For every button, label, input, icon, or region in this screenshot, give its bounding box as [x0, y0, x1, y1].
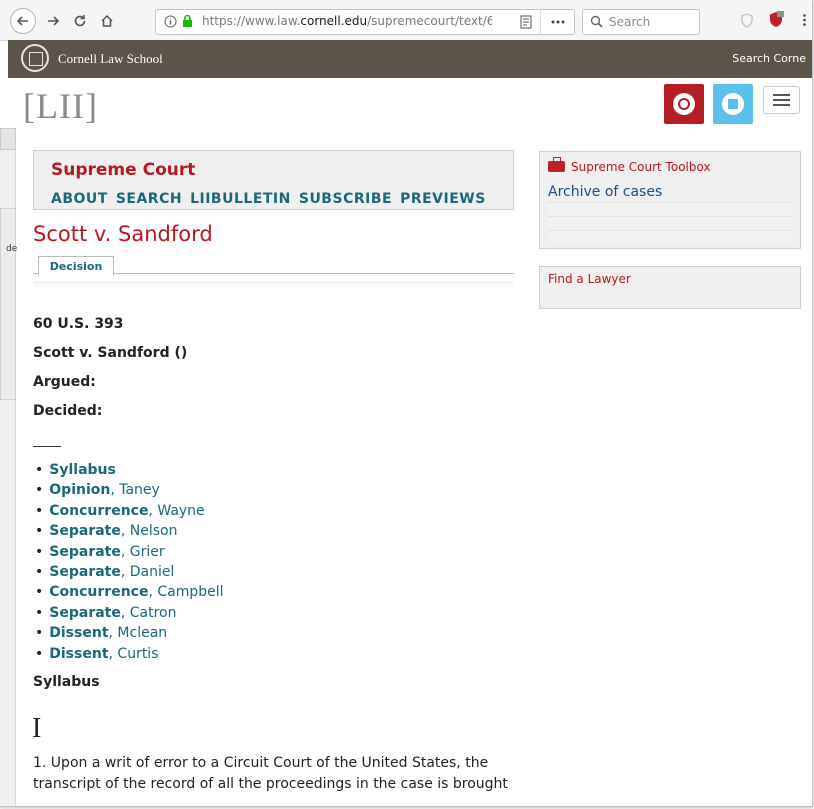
- toolbox-title[interactable]: Supreme Court Toolbox: [571, 160, 711, 174]
- left-gutter: de: [0, 128, 18, 806]
- search-placeholder: Search: [609, 15, 651, 29]
- arrow-left-icon: [16, 16, 28, 26]
- gutter-text-fragment: de: [6, 244, 18, 254]
- hamburger-menu-button[interactable]: [763, 86, 800, 114]
- reload-button[interactable]: [67, 8, 93, 34]
- nav-link-about[interactable]: ABOUT: [51, 191, 108, 207]
- opinion-author[interactable]: , Catron: [121, 605, 177, 621]
- opinion-link[interactable]: Concurrence: [49, 584, 148, 600]
- gutter-panel: [0, 208, 16, 400]
- lii-logo[interactable]: [LII]: [23, 85, 98, 127]
- list-item: • Syllabus: [35, 462, 116, 478]
- list-item: • Opinion, Taney: [35, 482, 160, 499]
- find-a-lawyer-box: Find a Lawyer: [539, 266, 801, 309]
- decided-label: Decided:: [33, 403, 103, 419]
- reload-icon: [74, 15, 86, 27]
- info-icon[interactable]: [164, 15, 177, 28]
- opinion-author[interactable]: , Curtis: [109, 646, 159, 662]
- home-button[interactable]: [94, 8, 120, 34]
- opinion-link[interactable]: Separate: [49, 564, 121, 580]
- menu-line: [773, 104, 790, 106]
- opinion-link[interactable]: Separate: [49, 605, 121, 621]
- back-button[interactable]: [10, 8, 36, 34]
- search-button[interactable]: [664, 84, 704, 124]
- opinion-link[interactable]: Dissent: [49, 625, 108, 641]
- list-item: • Separate, Nelson: [35, 523, 178, 540]
- ublock-icon[interactable]: [768, 11, 784, 28]
- menu-line: [773, 94, 790, 96]
- overflow-menu-icon[interactable]: [803, 14, 806, 26]
- opinion-link[interactable]: Separate: [49, 523, 121, 539]
- find-a-lawyer-link[interactable]: Find a Lawyer: [548, 272, 631, 286]
- opinion-author[interactable]: , Grier: [121, 544, 165, 560]
- donate-button[interactable]: [713, 84, 753, 124]
- home-icon: [101, 14, 113, 27]
- section-roman-numeral: I: [32, 713, 42, 744]
- case-citation: 60 U.S. 393: [33, 316, 124, 332]
- gift-icon: [722, 93, 744, 115]
- search-icon: [590, 15, 603, 28]
- archive-of-cases-link[interactable]: Archive of cases: [548, 184, 662, 200]
- tab-decision[interactable]: Decision: [38, 256, 114, 276]
- opinion-author[interactable]: , Daniel: [121, 564, 175, 580]
- opinion-author[interactable]: , Mclean: [109, 625, 168, 641]
- shield-icon[interactable]: [740, 13, 754, 28]
- opinion-link[interactable]: Dissent: [49, 646, 108, 662]
- url-text[interactable]: https://www.law.cornell.edu/supremecourt…: [202, 14, 492, 28]
- opinion-link[interactable]: Concurrence: [49, 503, 148, 519]
- opinion-author[interactable]: , Nelson: [121, 523, 178, 539]
- court-nav-links: ABOUT SEARCH LIIBULLETIN SUBSCRIBE PREVI…: [51, 191, 486, 207]
- argued-label: Argued:: [33, 374, 96, 390]
- cornell-law-school-link[interactable]: Cornell Law School: [58, 51, 163, 67]
- opinion-author[interactable]: , Taney: [110, 482, 160, 498]
- nav-link-liibulletin[interactable]: LIIBULLETIN: [190, 191, 291, 207]
- opinion-author[interactable]: , Campbell: [148, 584, 223, 600]
- nav-link-previews[interactable]: PREVIEWS: [400, 191, 486, 207]
- opinion-author[interactable]: , Wayne: [148, 503, 204, 519]
- opinion-link[interactable]: Separate: [49, 544, 121, 560]
- nav-link-search[interactable]: SEARCH: [116, 191, 182, 207]
- reader-view-icon[interactable]: [520, 15, 532, 29]
- more-actions-icon[interactable]: [551, 20, 565, 24]
- lock-icon[interactable]: [182, 14, 193, 28]
- list-item: • Dissent, Mclean: [35, 625, 168, 642]
- supreme-court-toolbox: Supreme Court Toolbox Archive of cases: [539, 151, 801, 249]
- cornell-seal-logo[interactable]: [21, 44, 49, 72]
- browser-window: https://www.law.cornell.edu/supremecourt…: [0, 0, 813, 807]
- case-name-line: Scott v. Sandford (): [33, 345, 188, 361]
- list-item: • Concurrence, Wayne: [35, 502, 205, 519]
- tabs-fade: [33, 281, 514, 287]
- browser-search-input[interactable]: Search: [582, 9, 700, 35]
- toolbox-icon: [548, 157, 565, 172]
- toolbox-row: [548, 230, 791, 244]
- opinion-list: • Syllabus • Opinion, Taney • Concurrence, …: [35, 460, 224, 664]
- search-cornell-link[interactable]: Search Corne: [732, 52, 806, 65]
- cornell-header: Cornell Law School Search Corne: [8, 40, 812, 78]
- list-item: • Separate, Grier: [35, 543, 165, 560]
- opinion-link[interactable]: Syllabus: [49, 462, 116, 478]
- syllabus-paragraph: 1. Upon a writ of error to a Circuit Cou…: [33, 755, 508, 792]
- list-item: • Separate, Catron: [35, 604, 177, 621]
- toolbox-row: [548, 202, 791, 216]
- arrow-right-icon: [48, 16, 60, 26]
- urlbar-divider: [540, 10, 541, 34]
- supreme-court-nav-box: Supreme Court ABOUT SEARCH LIIBULLETIN S…: [33, 150, 514, 210]
- address-bar[interactable]: https://www.law.cornell.edu/supremecourt…: [155, 9, 575, 35]
- forward-button[interactable]: [40, 8, 66, 34]
- nav-link-subscribe[interactable]: SUBSCRIBE: [299, 191, 392, 207]
- toolbox-row: [548, 216, 791, 230]
- menu-line: [773, 99, 790, 101]
- browser-toolbar: https://www.law.cornell.edu/supremecourt…: [0, 0, 812, 41]
- case-title: Scott v. Sandford: [33, 222, 213, 246]
- list-item: • Separate, Daniel: [35, 563, 175, 580]
- syllabus-heading: Syllabus: [33, 674, 100, 690]
- search-icon: [673, 93, 695, 115]
- supreme-court-title[interactable]: Supreme Court: [51, 160, 195, 180]
- list-item: • Dissent, Curtis: [35, 645, 159, 662]
- list-item: • Concurrence, Campbell: [35, 584, 224, 601]
- short-rule: [33, 446, 61, 447]
- opinion-link[interactable]: Opinion: [49, 482, 110, 498]
- gutter-tab: [0, 128, 16, 150]
